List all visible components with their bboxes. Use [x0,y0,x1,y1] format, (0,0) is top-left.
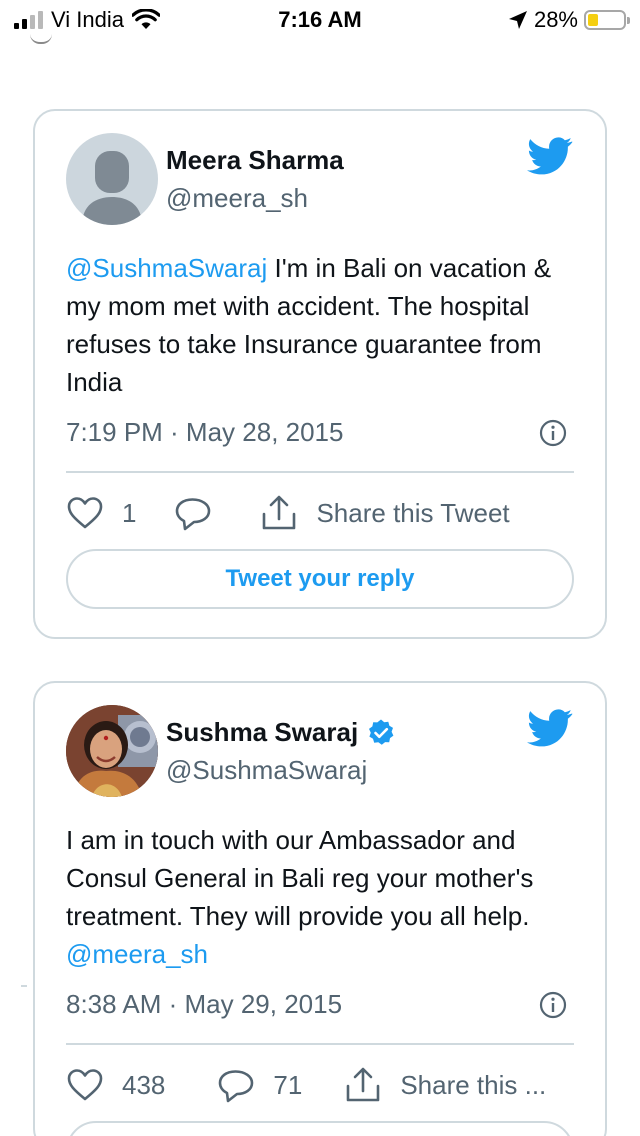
status-right: 28% [508,7,630,33]
heart-icon [67,497,103,529]
edge-mark [21,985,27,987]
tweet-text: I am in touch with our Ambassador and Co… [66,821,586,973]
tweet-body: I am in touch with our Ambassador and Co… [66,825,534,931]
share-button[interactable]: Share this Tweet [260,494,510,532]
tweet-card[interactable]: Meera Sharma @meera_sh @SushmaSwaraj I'm… [33,109,607,639]
tweet-your-reply-button[interactable]: Tweet your reply [66,549,574,609]
display-name[interactable]: Meera Sharma [166,145,344,176]
profile-photo [66,705,158,797]
display-name[interactable]: Sushma Swaraj [166,717,396,748]
divider [66,471,574,473]
tweet-text: @SushmaSwaraj I'm in Bali on vacation & … [66,249,586,401]
battery-icon [584,10,630,30]
reply-action-button[interactable]: 71 [217,1066,302,1104]
default-profile-icon [82,151,142,225]
divider [66,1043,574,1045]
user-handle[interactable]: @meera_sh [166,183,308,214]
like-count: 1 [122,497,137,528]
tweet-meta: 8:38 AM · May 29, 2015 [66,989,567,1023]
tweet-actions: 438 71 Share this ... [66,1063,574,1107]
display-name-text[interactable]: Sushma Swaraj [166,717,358,748]
previous-content-edge [30,34,52,44]
status-bar: Vi India 7:16 AM 28% [0,0,640,40]
share-icon [263,495,296,530]
reply-count: 71 [273,1069,303,1100]
like-button[interactable]: 1 [66,494,136,532]
share-label: Share this ... [400,1069,547,1100]
battery-percent: 28% [533,7,578,32]
info-icon[interactable] [539,419,567,447]
heart-icon [67,1069,103,1101]
twitter-bird-icon[interactable] [527,709,573,747]
display-name-text[interactable]: Meera Sharma [166,145,344,176]
info-icon[interactable] [539,991,567,1019]
user-handle[interactable]: @SushmaSwaraj [166,755,367,786]
battery-nub [627,17,630,24]
avatar[interactable] [66,705,158,797]
battery-level [588,14,598,26]
like-count: 438 [122,1069,166,1100]
reply-action-button[interactable] [174,494,212,532]
tweet-actions: 1 Share this Tweet [66,491,574,535]
share-button[interactable]: Share this ... [344,1066,546,1104]
location-arrow-icon [508,11,527,29]
share-label: Share this Tweet [316,497,510,528]
avatar[interactable] [66,133,158,225]
share-icon [347,1067,380,1102]
tweet-meta: 7:19 PM · May 28, 2015 [66,417,567,451]
mention-link[interactable]: @meera_sh [66,939,208,969]
like-button[interactable]: 438 [66,1066,165,1104]
verified-badge-icon [369,719,394,745]
tweet-timestamp[interactable]: 8:38 AM · May 29, 2015 [66,989,342,1019]
tweet-timestamp[interactable]: 7:19 PM · May 28, 2015 [66,417,343,447]
reply-icon [219,1070,254,1103]
reply-icon [176,498,211,531]
tweet-your-reply-button-partial[interactable] [66,1121,574,1136]
twitter-bird-icon[interactable] [527,137,573,175]
tweet-card[interactable]: Sushma Swaraj @SushmaSwaraj I am in touc… [33,681,607,1136]
mention-link[interactable]: @SushmaSwaraj [66,253,267,283]
